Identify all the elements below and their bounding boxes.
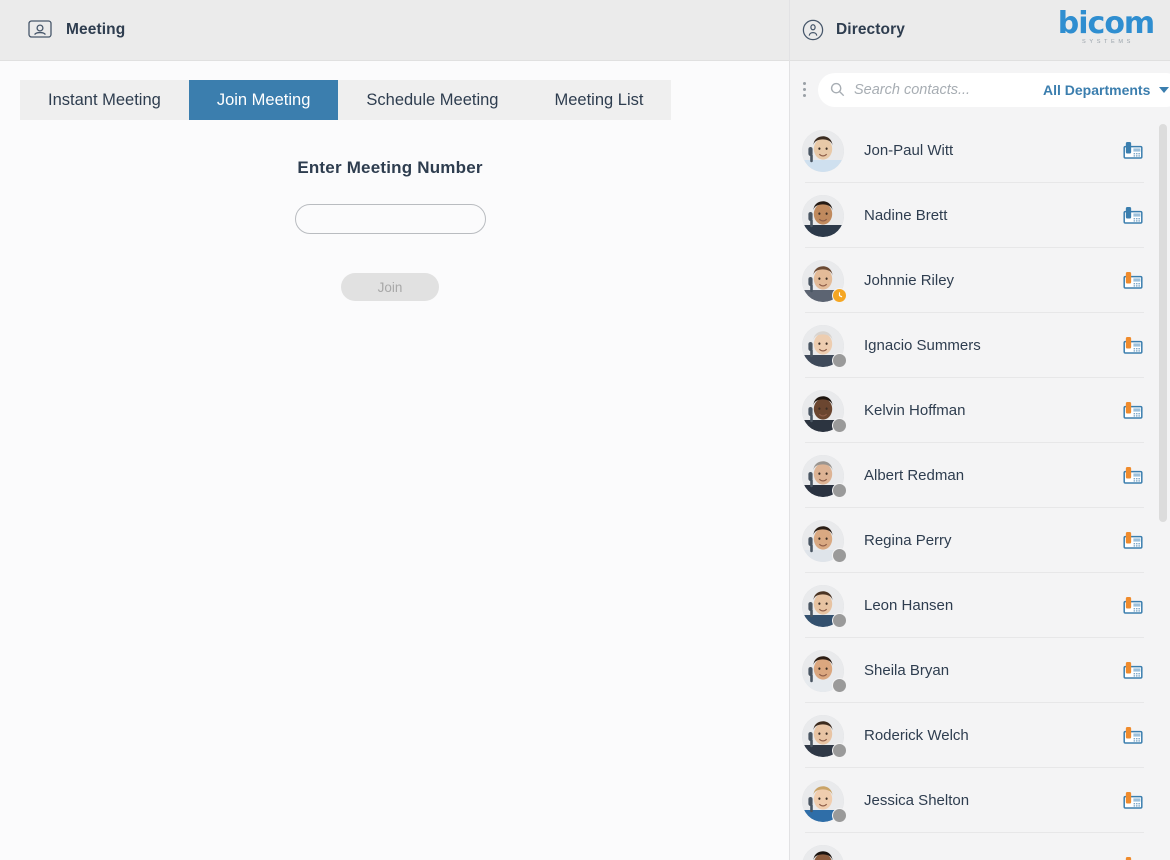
department-filter-label: All Departments (1043, 81, 1151, 98)
join-meeting-form: Enter Meeting Number Join (0, 158, 780, 301)
avatar (802, 584, 847, 628)
tab-meeting-list[interactable]: Meeting List (526, 80, 671, 120)
contact-row[interactable]: Nadine Brett (790, 183, 1170, 248)
directory-scrollbar[interactable] (1159, 120, 1167, 858)
contact-list[interactable]: Jon-Paul Witt Nadine Brett Johnnie Riley… (790, 118, 1170, 860)
desk-phone-icon[interactable] (1122, 205, 1144, 227)
contact-name: Roderick Welch (864, 727, 969, 744)
contact-row[interactable]: Roderick Welch (790, 703, 1170, 768)
directory-search-row: All Departments (790, 61, 1170, 118)
chevron-down-icon (1159, 86, 1170, 93)
status-badge-offline (832, 742, 847, 758)
avatar (802, 519, 847, 563)
status-badge-offline (832, 612, 847, 628)
contact-name: Johnnie Riley (864, 272, 955, 289)
status-badge-offline (832, 807, 847, 823)
directory-panel: Directory bicom SYSTEMS All Departments (790, 0, 1170, 860)
contact-row[interactable]: Albert Redman (790, 443, 1170, 508)
contact-row[interactable]: Regina Perry (790, 508, 1170, 573)
search-input[interactable] (854, 81, 1043, 98)
desk-phone-icon[interactable] (1122, 465, 1144, 487)
avatar (802, 714, 847, 758)
avatar (802, 454, 847, 498)
scrollbar-thumb[interactable] (1159, 124, 1167, 522)
search-container: All Departments (818, 72, 1170, 107)
status-badge-offline (832, 677, 847, 693)
page-title: Meeting (66, 21, 126, 38)
contact-row[interactable]: Kelvin Hoffman (790, 378, 1170, 443)
contact-row[interactable]: Johnnie Riley (790, 248, 1170, 313)
contact-row[interactable]: Ignacio Summers (790, 313, 1170, 378)
avatar (802, 844, 844, 860)
status-badge-offline (832, 417, 847, 433)
desk-phone-icon[interactable] (1122, 140, 1144, 162)
contact-row[interactable]: Jessica Shelton (790, 768, 1170, 833)
avatar (802, 324, 847, 368)
contact-name: Regina Perry (864, 532, 952, 549)
meeting-panel: Meeting Instant Meeting Join Meeting Sch… (0, 0, 790, 860)
contact-row[interactable]: Sheila Bryan (790, 638, 1170, 703)
desk-phone-icon[interactable] (1122, 595, 1144, 617)
contact-row[interactable]: Leon Hansen (790, 573, 1170, 638)
desk-phone-icon[interactable] (1122, 660, 1144, 682)
avatar (802, 389, 847, 433)
tab-schedule-meeting[interactable]: Schedule Meeting (338, 80, 526, 120)
contact-name: Sheila Bryan (864, 662, 950, 679)
desk-phone-icon[interactable] (1122, 335, 1144, 357)
avatar (802, 259, 847, 303)
desk-phone-icon[interactable] (1122, 725, 1144, 747)
desk-phone-icon[interactable] (1122, 270, 1144, 292)
directory-title: Directory (836, 21, 905, 38)
join-button[interactable]: Join (341, 273, 439, 301)
desk-phone-icon[interactable] (1122, 790, 1144, 812)
status-badge-offline (832, 352, 847, 368)
more-vertical-icon[interactable] (790, 70, 818, 110)
status-badge-away (832, 287, 847, 303)
avatar (802, 194, 844, 237)
avatar-image (802, 844, 844, 860)
tab-instant-meeting[interactable]: Instant Meeting (20, 80, 189, 120)
contact-row[interactable] (790, 833, 1170, 860)
application-window: Meeting Instant Meeting Join Meeting Sch… (0, 0, 1170, 860)
avatar-image (802, 129, 844, 172)
department-filter-select[interactable]: All Departments (1043, 82, 1170, 98)
directory-panel-header: Directory bicom SYSTEMS (790, 0, 1170, 61)
meeting-number-input[interactable] (294, 204, 486, 234)
brand-name: bicom (1057, 6, 1155, 41)
meeting-panel-header: Meeting (0, 0, 789, 61)
form-title: Enter Meeting Number (297, 158, 483, 177)
desk-phone-icon[interactable] (1122, 400, 1144, 422)
contact-name: Leon Hansen (864, 597, 954, 614)
status-badge-offline (832, 547, 847, 563)
desk-phone-icon[interactable] (1122, 530, 1144, 552)
meeting-screen-icon (28, 19, 52, 41)
user-circle-icon (802, 19, 824, 41)
contact-name: Jessica Shelton (864, 792, 970, 809)
contact-name: Jon-Paul Witt (864, 142, 954, 159)
avatar (802, 779, 847, 823)
contact-name: Albert Redman (864, 467, 965, 484)
desk-phone-icon[interactable] (1122, 855, 1144, 860)
tab-join-meeting[interactable]: Join Meeting (188, 80, 339, 120)
status-badge-offline (832, 482, 847, 498)
contact-name: Nadine Brett (864, 207, 948, 224)
contact-row[interactable]: Jon-Paul Witt (790, 118, 1170, 183)
search-icon (830, 82, 845, 97)
contact-name: Kelvin Hoffman (864, 402, 966, 419)
avatar (802, 649, 847, 693)
avatar (802, 129, 844, 172)
bicom-logo: bicom SYSTEMS (1056, 6, 1156, 46)
avatar-image (802, 194, 844, 237)
contact-name: Ignacio Summers (864, 337, 981, 354)
meeting-tabs: Instant Meeting Join Meeting Schedule Me… (20, 80, 672, 120)
